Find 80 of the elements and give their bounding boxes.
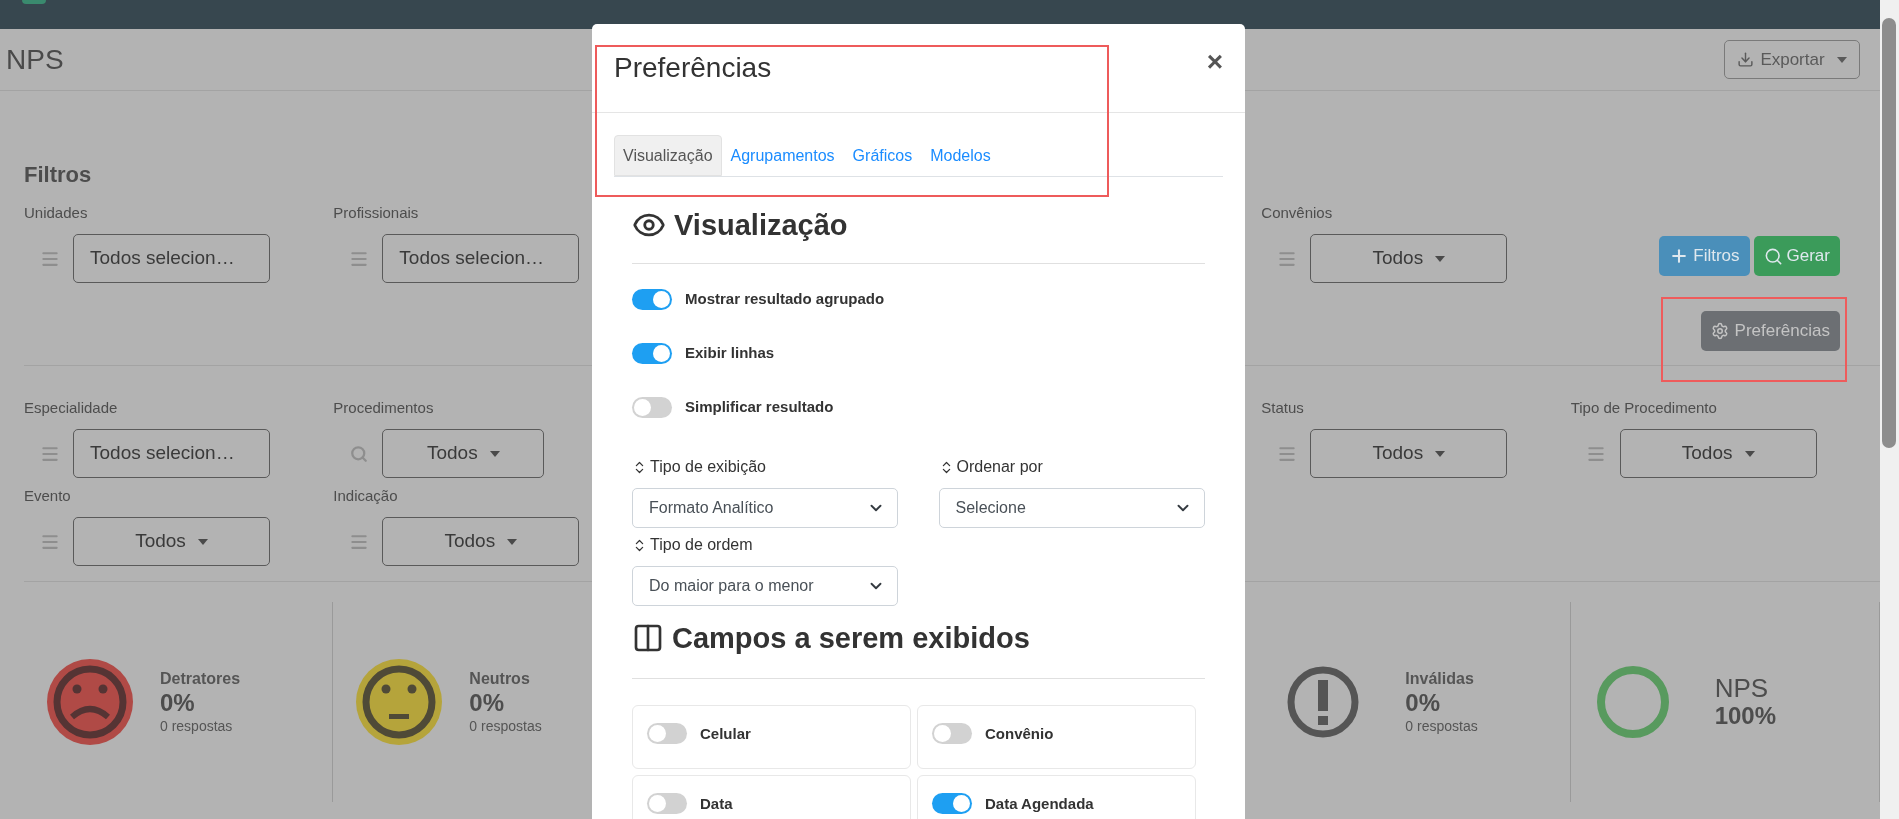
stat-value: 0% (1405, 689, 1441, 717)
tab[interactable]: Visualização (614, 135, 722, 176)
add-filter-button[interactable]: Filtros (1659, 236, 1750, 276)
caret-icon (197, 538, 208, 545)
filter-label: Especialidade (24, 399, 119, 417)
tab[interactable]: Agrupamentos (721, 135, 844, 176)
stat-value: 100% (1714, 702, 1777, 730)
filter-label: Evento (24, 487, 72, 505)
close-button[interactable]: × (1206, 50, 1223, 74)
filter-label: Unidades (24, 204, 89, 222)
stat-title: Inválidas (1405, 669, 1475, 689)
caret-icon (1836, 56, 1847, 63)
multi-select[interactable]: Todos selecion… (382, 234, 580, 283)
toggle-switch[interactable] (632, 289, 672, 310)
page-title: NPS (6, 42, 64, 77)
section-heading: Visualização (674, 208, 848, 243)
select-label: Tipo de exibição (650, 458, 766, 476)
toggle-switch[interactable] (932, 793, 972, 814)
sad-face-icon (47, 659, 133, 745)
caret-icon (507, 538, 518, 545)
tab[interactable]: Gráficos (843, 135, 922, 176)
search-icon (349, 444, 368, 463)
toggle-switch[interactable] (632, 397, 672, 418)
stat-value: 0% (160, 689, 196, 717)
stat-value: 0% (469, 689, 505, 717)
section-title: Filtros (24, 162, 93, 188)
download-icon (1737, 51, 1755, 68)
dropdown-button[interactable]: Todos (382, 429, 545, 478)
caret-icon (1744, 450, 1755, 457)
toggle-label: Simplificar resultado (685, 397, 834, 418)
filter-label: Procedimentos (333, 399, 435, 417)
dropdown-button[interactable]: Todos (73, 517, 270, 566)
dropdown-button[interactable]: Todos (1310, 234, 1508, 283)
dropdown-button[interactable]: Todos (382, 517, 580, 566)
toggle-switch[interactable] (932, 723, 972, 744)
field-label: Convênio (985, 724, 1054, 744)
toggle-label: Mostrar resultado agrupado (685, 289, 885, 310)
toggle-label: Exibir linhas (685, 343, 775, 364)
export-button[interactable]: Exportar (1724, 40, 1860, 79)
stat-note: 0 respostas (160, 717, 234, 735)
field-label: Data (700, 794, 733, 814)
select-field[interactable]: Selecione (938, 488, 1205, 528)
field-label: Data Agendada (985, 794, 1094, 814)
gear-icon (1710, 322, 1729, 340)
section-heading: Campos a serem exibidos (672, 621, 1030, 656)
stat-note: 0 respostas (1405, 717, 1478, 735)
neutral-face-icon (356, 659, 443, 745)
multi-select[interactable]: Todos selecion… (73, 234, 270, 283)
generate-button[interactable]: Gerar (1753, 236, 1840, 276)
filter-label: Status (1261, 399, 1305, 417)
dropdown-button[interactable]: Todos (1619, 429, 1817, 478)
select-label: Ordenar por (956, 458, 1043, 476)
stat-note: 0 respostas (469, 717, 542, 735)
columns-icon (632, 622, 664, 654)
toggle-switch[interactable] (632, 343, 672, 364)
field-label: Celular (700, 724, 751, 744)
caret-icon (489, 450, 500, 457)
exclamation-icon (1287, 666, 1360, 738)
filter-label: Indicação (333, 487, 399, 505)
dropdown-button[interactable]: Todos (1310, 429, 1508, 478)
select-field[interactable]: Formato Analítico (632, 488, 898, 528)
caret-icon (1435, 450, 1446, 457)
stat-title: Neutros (469, 669, 531, 689)
ring-icon (1596, 666, 1669, 738)
multi-select[interactable]: Todos selecion… (73, 429, 270, 478)
select-label: Tipo de ordem (650, 536, 753, 554)
search-icon (1763, 246, 1783, 266)
scrollbar[interactable] (1880, 0, 1899, 819)
stat-title: NPS (1714, 674, 1770, 702)
stat-title: Detratores (160, 669, 241, 689)
preferences-button[interactable]: Preferências (1700, 311, 1840, 351)
filter-label: Profissionais (333, 204, 420, 222)
dialog-title: Preferências (614, 51, 772, 85)
filter-label: Tipo de Procedimento (1570, 399, 1718, 417)
select-field[interactable]: Do maior para o menor (632, 566, 898, 606)
toggle-switch[interactable] (647, 793, 687, 814)
tab[interactable]: Modelos (921, 135, 1000, 176)
caret-icon (1435, 255, 1446, 262)
filter-label: Convênios (1261, 204, 1334, 222)
toggle-switch[interactable] (647, 723, 687, 744)
